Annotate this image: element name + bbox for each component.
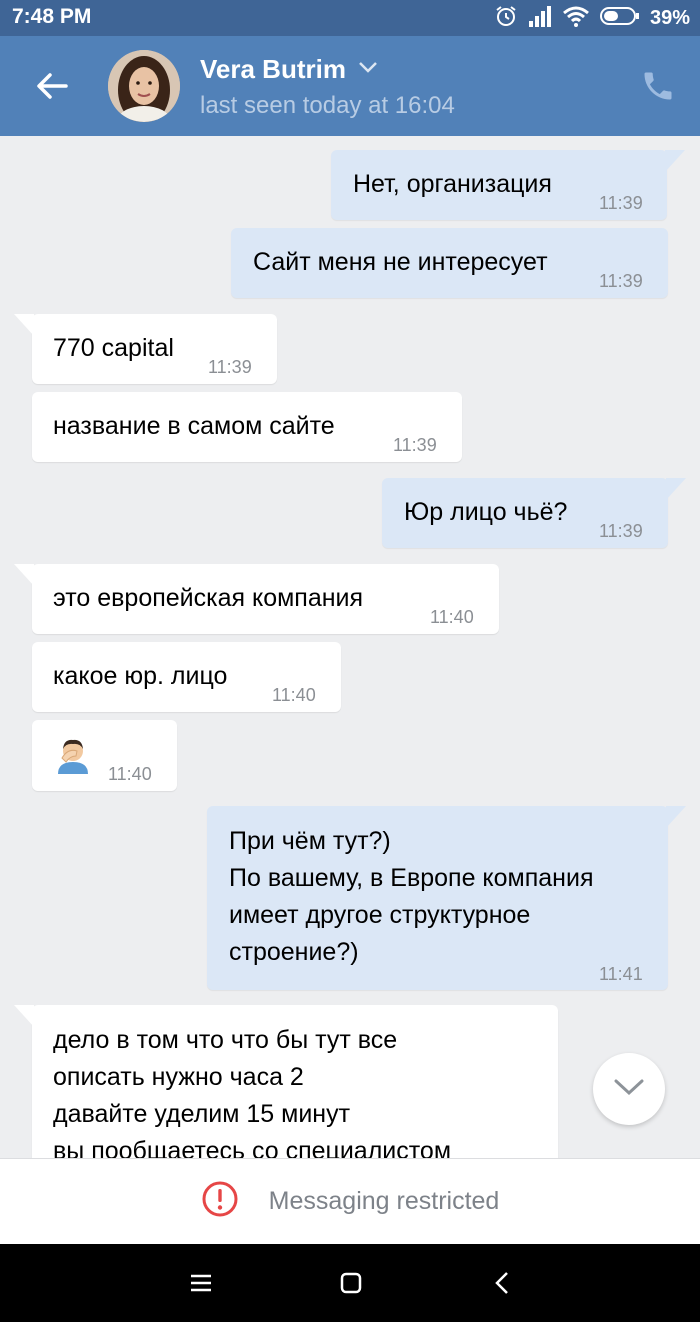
restricted-label: Messaging restricted [268, 1187, 500, 1215]
message-text: дело в том что что бы тут все описать ну… [53, 1026, 452, 1158]
signal-icon [528, 5, 552, 32]
bubble-tail [665, 150, 685, 172]
bubble-tail [14, 314, 34, 336]
message-time: 11:39 [393, 435, 437, 455]
bubble-tail [14, 1005, 34, 1027]
man-facepalming-emoji [54, 736, 92, 774]
alarm-icon [494, 4, 518, 33]
status-icons: 39% [494, 5, 690, 31]
message-time: 11:39 [599, 271, 643, 291]
message-time: 11:40 [272, 685, 316, 705]
contact-name[interactable]: Vera Butrim [200, 54, 346, 85]
status-time: 7:48 PM [12, 5, 92, 28]
error-circle-icon [201, 1180, 239, 1223]
message-time: 11:39 [599, 193, 643, 213]
message-text: Сайт меня не интересует [253, 248, 548, 276]
message-text: При чём тут?) По вашему, в Европе компан… [229, 827, 594, 966]
back-arrow-icon[interactable] [32, 66, 72, 106]
incoming-message[interactable]: дело в том что что бы тут все описать ну… [14, 1005, 558, 1158]
bubble-tail [14, 564, 34, 586]
home-square-icon[interactable] [336, 1268, 366, 1298]
contact-name-row[interactable]: Vera Butrim [200, 54, 378, 85]
system-nav-bar [0, 1244, 700, 1322]
incoming-message[interactable]: 770 capital 11:39 [14, 314, 277, 384]
wifi-icon [562, 5, 590, 32]
outgoing-message[interactable]: Нет, организация 11:39 [331, 150, 685, 220]
message-time: 11:39 [599, 521, 643, 541]
phone-icon[interactable] [640, 68, 676, 104]
message-text: 770 capital [53, 334, 174, 362]
incoming-message[interactable]: название в самом сайте 11:39 [32, 392, 462, 462]
messaging-restricted-bar: Messaging restricted [0, 1158, 700, 1244]
message-time: 11:39 [208, 357, 252, 377]
incoming-message[interactable]: это европейская компания 11:40 [14, 564, 499, 634]
chat-header: Vera Butrim last seen today at 16:04 [0, 36, 700, 136]
contact-avatar[interactable] [108, 50, 180, 122]
message-text: это европейская компания [53, 584, 364, 612]
message-time: 11:40 [108, 764, 152, 784]
message-text: какое юр. лицо [53, 662, 228, 690]
chevron-down-icon [613, 1077, 645, 1102]
battery-icon [599, 5, 640, 32]
scroll-to-bottom-button[interactable] [593, 1053, 665, 1125]
back-chevron-icon[interactable] [488, 1268, 518, 1298]
last-seen-status: last seen today at 16:04 [200, 92, 455, 119]
incoming-message[interactable]: какое юр. лицо 11:40 [32, 642, 341, 712]
message-text: название в самом сайте [53, 412, 335, 440]
bubble-tail [666, 806, 686, 828]
message-list[interactable]: Нет, организация 11:39 Сайт меня не инте… [0, 136, 700, 1158]
outgoing-message[interactable]: Сайт меня не интересует 11:39 [231, 228, 668, 298]
message-time: 11:41 [599, 964, 643, 984]
bubble-tail [666, 478, 686, 500]
message-time: 11:40 [430, 607, 474, 627]
incoming-message[interactable]: 11:40 [32, 720, 177, 791]
outgoing-message[interactable]: Юр лицо чьё? 11:39 [382, 478, 686, 548]
message-text: Юр лицо чьё? [404, 498, 568, 526]
battery-percent: 39% [649, 6, 690, 29]
status-bar: 7:48 PM 39% [0, 0, 700, 36]
outgoing-message[interactable]: При чём тут?) По вашему, в Европе компан… [207, 806, 686, 990]
chevron-down-icon[interactable] [358, 60, 378, 79]
menu-icon[interactable] [186, 1268, 216, 1298]
message-text: Нет, организация [353, 170, 552, 198]
